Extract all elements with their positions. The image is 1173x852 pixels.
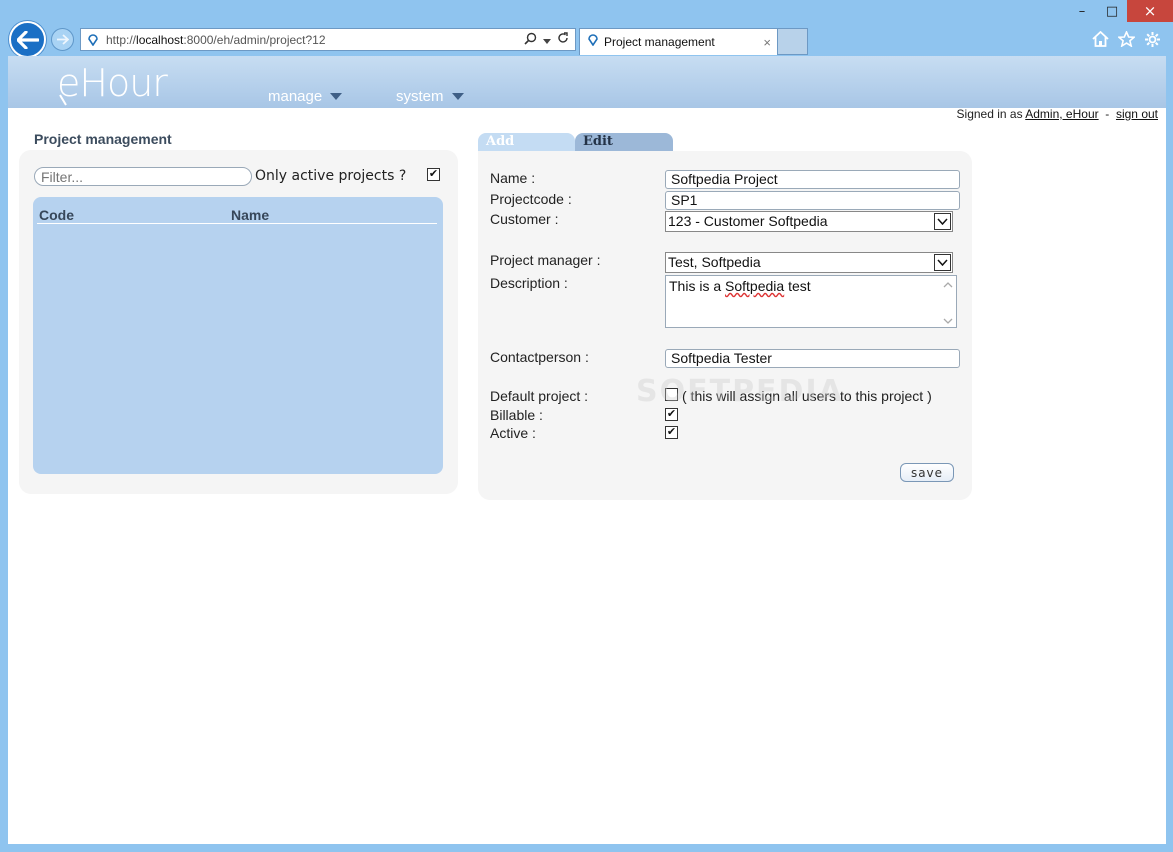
description-text-end: test bbox=[784, 278, 811, 294]
back-button[interactable] bbox=[9, 21, 46, 58]
project-manager-label: Project manager : bbox=[490, 252, 601, 268]
default-project-label: Default project : bbox=[490, 388, 589, 404]
save-button[interactable]: save bbox=[900, 463, 954, 482]
url-scheme: http:// bbox=[106, 32, 137, 47]
description-textarea[interactable]: This is a Softpedia test bbox=[665, 275, 957, 328]
edit-project-form: Name : Softpedia Project Projectcode : S… bbox=[478, 151, 972, 500]
home-icon[interactable] bbox=[1091, 30, 1109, 48]
project-list-panel: Only active projects ? ✔ Code Name bbox=[19, 150, 458, 494]
forward-button[interactable] bbox=[51, 28, 74, 51]
customer-label: Customer : bbox=[490, 211, 559, 227]
only-active-checkbox[interactable]: ✔ bbox=[427, 168, 440, 181]
project-list: Code Name bbox=[33, 197, 443, 474]
tab-edit-project[interactable]: Edit project bbox=[575, 133, 673, 167]
signed-in-user-link[interactable]: Admin, eHour bbox=[1025, 107, 1098, 121]
nav-manage-label: manage bbox=[268, 88, 323, 105]
projectcode-label: Projectcode : bbox=[490, 191, 572, 207]
arrow-right-icon bbox=[57, 34, 69, 45]
favorites-star-icon[interactable] bbox=[1117, 30, 1135, 48]
maximize-icon[interactable]: □ bbox=[1097, 0, 1127, 22]
tab-title: Project management bbox=[604, 35, 715, 49]
chevron-down-icon[interactable] bbox=[543, 33, 551, 47]
browser-toolbar bbox=[1091, 30, 1161, 48]
ehour-site-icon bbox=[86, 33, 100, 47]
billable-label: Billable : bbox=[490, 407, 543, 423]
project-manager-selected-value: Test, Softpedia bbox=[668, 254, 761, 270]
tab-add-project[interactable]: Add project bbox=[478, 133, 575, 167]
description-misspelled-word: Softpedia bbox=[725, 278, 785, 294]
url-host: localhost bbox=[136, 32, 184, 47]
page-title: Project management bbox=[34, 131, 172, 147]
signed-in-prefix: Signed in as bbox=[956, 107, 1023, 121]
search-icon[interactable] bbox=[524, 32, 537, 48]
contactperson-input[interactable]: Softpedia Tester bbox=[665, 349, 960, 368]
ehour-tab-icon bbox=[588, 33, 598, 51]
name-label: Name : bbox=[490, 170, 536, 186]
active-checkbox[interactable]: ✔ bbox=[665, 426, 678, 439]
billable-checkbox[interactable]: ✔ bbox=[665, 408, 678, 421]
softpedia-watermark: SOFTPEDIA bbox=[636, 374, 844, 409]
customer-selected-value: 123 - Customer Softpedia bbox=[668, 213, 828, 229]
description-text-start: This is a bbox=[669, 278, 726, 294]
browser-chrome: – □ × http://localhost:8000/eh/admin/pro… bbox=[0, 0, 1173, 58]
project-tabs: Add project Edit project bbox=[478, 133, 673, 167]
textarea-scrollbar[interactable] bbox=[942, 282, 954, 324]
project-manager-select[interactable]: Test, Softpedia bbox=[665, 252, 953, 273]
page-viewport: eHour manage system Signed in as Admin, … bbox=[8, 56, 1166, 844]
signed-in-separator: - bbox=[1105, 107, 1110, 121]
window-controls: – □ × bbox=[1067, 0, 1173, 22]
address-tools bbox=[524, 32, 575, 48]
column-header-name[interactable]: Name bbox=[231, 207, 269, 223]
app-header: eHour manage system bbox=[8, 56, 1166, 108]
tab-project-management[interactable]: Project management × bbox=[579, 28, 778, 55]
customer-select[interactable]: 123 - Customer Softpedia bbox=[665, 211, 953, 232]
chevron-down-icon bbox=[330, 93, 343, 100]
sign-out-link[interactable]: sign out bbox=[1116, 107, 1158, 121]
minimize-icon[interactable]: – bbox=[1067, 0, 1097, 22]
contactperson-label: Contactperson : bbox=[490, 349, 589, 365]
refresh-icon[interactable] bbox=[557, 32, 569, 47]
only-active-label: Only active projects ? bbox=[255, 168, 407, 184]
filter-input[interactable] bbox=[34, 167, 252, 186]
projectcode-input[interactable]: SP1 bbox=[665, 191, 960, 210]
arrow-left-icon bbox=[16, 30, 39, 49]
logo-pin-icon bbox=[59, 94, 67, 106]
active-label: Active : bbox=[490, 425, 536, 441]
signed-in-info: Signed in as Admin, eHour - sign out bbox=[957, 107, 1158, 121]
name-input[interactable]: Softpedia Project bbox=[665, 170, 960, 189]
tab-close-icon[interactable]: × bbox=[763, 35, 771, 50]
address-bar[interactable]: http://localhost:8000/eh/admin/project?1… bbox=[80, 28, 576, 51]
chevron-down-icon[interactable] bbox=[934, 213, 951, 230]
chevron-down-icon[interactable] bbox=[934, 254, 951, 271]
close-window-icon[interactable]: × bbox=[1127, 0, 1173, 22]
address-url[interactable]: http://localhost:8000/eh/admin/project?1… bbox=[106, 33, 326, 47]
scroll-up-icon[interactable] bbox=[943, 282, 953, 288]
description-label: Description : bbox=[490, 275, 568, 291]
nav-system-label: system bbox=[396, 88, 444, 105]
new-tab-button[interactable] bbox=[778, 28, 808, 55]
nav-system[interactable]: system bbox=[396, 88, 464, 105]
url-path: :8000/eh/admin/project?12 bbox=[183, 32, 326, 47]
settings-gear-icon[interactable] bbox=[1143, 30, 1161, 48]
chevron-down-icon bbox=[451, 93, 464, 100]
nav-manage[interactable]: manage bbox=[268, 88, 343, 105]
column-header-code[interactable]: Code bbox=[39, 207, 74, 223]
list-header: Code Name bbox=[37, 207, 437, 224]
scroll-down-icon[interactable] bbox=[943, 318, 953, 324]
